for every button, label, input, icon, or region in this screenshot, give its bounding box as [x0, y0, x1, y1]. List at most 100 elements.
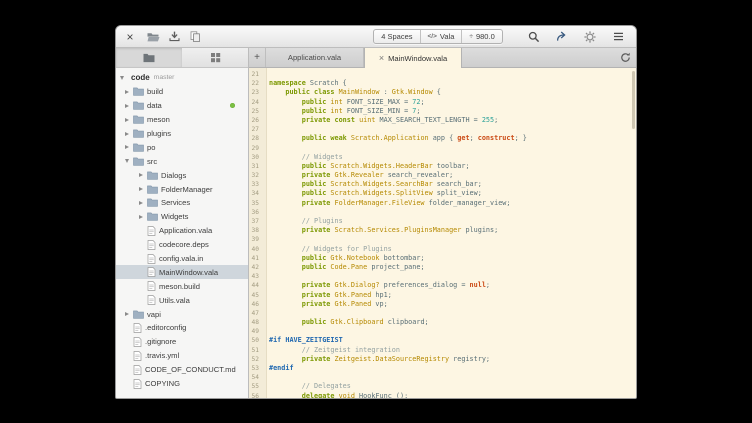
tree-folder-icon [147, 212, 158, 221]
chevron-right-icon[interactable] [125, 90, 129, 94]
tree-item-copying[interactable]: COPYING [116, 377, 248, 391]
code-token: plugins; [461, 226, 498, 234]
code-token [269, 245, 302, 253]
chevron-right-icon[interactable] [139, 187, 143, 191]
code-text: public Gtk.Clipboard clipboard; [263, 318, 429, 327]
tree-item-mainwindow-vala[interactable]: MainWindow.vala [116, 265, 248, 279]
tree-item-widgets[interactable]: Widgets [116, 210, 248, 224]
code-token: Gtk.Paned [335, 300, 372, 308]
code-editor-window: × 4 Spaces</>Vala÷980.0 codemasterbuildd… [115, 25, 637, 399]
goto-line-button[interactable]: ÷980.0 [462, 30, 501, 43]
code-token: #if HAVE_ZEITGEIST [269, 336, 343, 344]
tree-item-application-vala[interactable]: Application.vala [116, 224, 248, 238]
save-button[interactable] [165, 29, 183, 45]
open-folder-button[interactable] [144, 29, 162, 45]
chevron-right-icon[interactable] [125, 312, 129, 316]
chevron-right-icon[interactable] [139, 215, 143, 219]
tree-folder-icon [133, 310, 144, 319]
chevron-right-icon[interactable] [125, 104, 129, 108]
code-token: null [470, 281, 486, 289]
indentation-button[interactable]: 4 Spaces [374, 30, 420, 43]
new-tab-button[interactable]: + [249, 48, 266, 67]
code-token: { [433, 88, 441, 96]
tab-close-icon[interactable]: × [379, 54, 384, 63]
tree-item-code[interactable]: codemaster [116, 71, 248, 85]
sidebar: codemasterbuilddatamesonpluginsposrcDial… [116, 48, 249, 398]
code-token: registry; [449, 355, 490, 363]
tree-item-data[interactable]: data [116, 99, 248, 113]
search-button[interactable] [525, 29, 543, 45]
code-token: vp; [371, 300, 387, 308]
tree-item-vapi[interactable]: vapi [116, 307, 248, 321]
tree-item-meson[interactable]: meson [116, 113, 248, 127]
collections-tab[interactable] [182, 48, 248, 67]
tree-item-gitignore[interactable]: .gitignore [116, 335, 248, 349]
tabs: Application.vala×MainWindow.vala [266, 48, 462, 67]
code-line: 23 public class MainWindow : Gtk.Window … [249, 88, 636, 97]
grid-icon [210, 52, 221, 63]
tree-item-codecore-deps[interactable]: codecore.deps [116, 238, 248, 252]
file-icon [133, 337, 142, 347]
tree-item-plugins[interactable]: plugins [116, 127, 248, 141]
chevron-down-icon[interactable] [120, 76, 124, 80]
code-token: Scratch.Widgets.SplitView [330, 189, 432, 197]
tab-mainwindow-vala[interactable]: ×MainWindow.vala [364, 48, 462, 68]
code-text: public Scratch.Widgets.SearchBar search_… [263, 180, 482, 189]
editor-scrollbar[interactable] [632, 71, 635, 129]
code-line: 28 public weak Scratch.Application app {… [249, 134, 636, 143]
tree-item-editorconfig[interactable]: .editorconfig [116, 321, 248, 335]
code-line: 24 public int FONT_SIZE_MAX = 72; [249, 98, 636, 107]
code-token [269, 171, 302, 179]
code-token: FolderManager.FileView [335, 199, 425, 207]
tree-item-travis-yml[interactable]: .travis.yml [116, 349, 248, 363]
tree-folder-icon [147, 198, 158, 207]
chevron-right-icon[interactable] [139, 201, 143, 205]
code-line: 47 [249, 309, 636, 318]
window-close-button[interactable]: × [124, 31, 136, 43]
line-number: 30 [249, 153, 263, 162]
code-token: ; [494, 116, 498, 124]
tree-item-utils-vala[interactable]: Utils.vala [116, 293, 248, 307]
chevron-right-icon[interactable] [139, 173, 143, 177]
code-text: public Scratch.Widgets.HeaderBar toolbar… [263, 162, 470, 171]
file-icon [147, 254, 156, 264]
tab-application-vala[interactable]: Application.vala [266, 48, 364, 67]
tree-item-label: Widgets [161, 212, 188, 221]
tree-item-code-of-conduct-md[interactable]: CODE_OF_CONDUCT.md [116, 363, 248, 377]
tree-item-dialogs[interactable]: Dialogs [116, 168, 248, 182]
menu-icon [613, 32, 624, 41]
code-editor[interactable]: 2122namespace Scratch {23 public class M… [249, 68, 636, 398]
chevron-right-icon[interactable] [125, 132, 129, 136]
language-button[interactable]: </>Vala [421, 30, 463, 43]
menu-button[interactable] [609, 29, 627, 45]
line-number: 43 [249, 272, 263, 281]
chevron-right-icon[interactable] [125, 118, 129, 122]
share-button[interactable] [553, 29, 571, 45]
code-text [263, 309, 269, 318]
chevron-right-icon[interactable] [125, 145, 129, 149]
tree-item-src[interactable]: src [116, 154, 248, 168]
line-number: 42 [249, 263, 263, 272]
templates-button[interactable] [186, 29, 204, 45]
tree-item-config-vala-in[interactable]: config.vala.in [116, 252, 248, 266]
tree-item-foldermanager[interactable]: FolderManager [116, 182, 248, 196]
tree-item-label: Application.vala [159, 226, 212, 235]
tree-item-po[interactable]: po [116, 140, 248, 154]
settings-button[interactable] [581, 29, 599, 45]
code-token: // Widgets [302, 153, 343, 161]
tree-item-services[interactable]: Services [116, 196, 248, 210]
project-files-tab[interactable] [116, 48, 182, 67]
code-token [269, 300, 302, 308]
code-token: Scratch.Widgets.HeaderBar [330, 162, 432, 170]
file-icon [147, 295, 156, 305]
chevron-down-icon[interactable] [125, 159, 129, 163]
code-token: Code.Pane [330, 263, 367, 271]
code-token: // Delegates [302, 382, 351, 390]
tree-item-label: MainWindow.vala [159, 268, 218, 277]
tree-item-build[interactable]: build [116, 85, 248, 99]
code-line: 39 [249, 235, 636, 244]
code-token: split_view; [433, 189, 482, 197]
tree-item-meson-build[interactable]: meson.build [116, 279, 248, 293]
code-line: 43 [249, 272, 636, 281]
history-button[interactable] [614, 48, 636, 67]
